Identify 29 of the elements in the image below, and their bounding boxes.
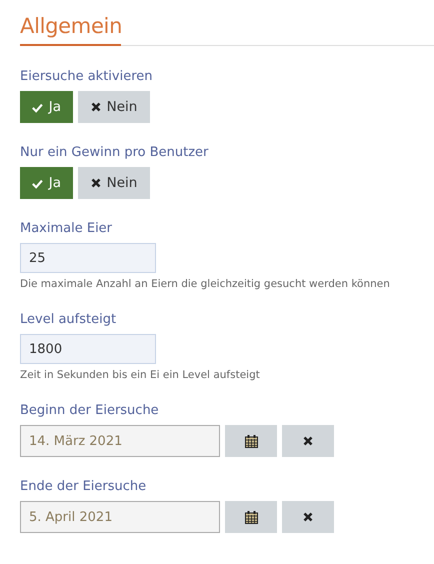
toggle-button[interactable]: Nein bbox=[78, 167, 150, 199]
field-label: Nur ein Gewinn pro Benutzer bbox=[20, 145, 210, 160]
field-label: Ende der Eiersuche bbox=[20, 479, 148, 494]
toggle-button[interactable]: Ja bbox=[20, 167, 73, 199]
calendar-button[interactable] bbox=[225, 501, 277, 533]
section-title: Allgemein bbox=[20, 14, 121, 46]
field-label: Maximale Eier bbox=[20, 221, 114, 236]
date-field[interactable]: 14. März 2021 bbox=[20, 425, 220, 457]
check-icon bbox=[32, 102, 43, 112]
close-icon bbox=[303, 436, 313, 446]
input-field[interactable]: 25 bbox=[20, 243, 156, 273]
field-label: Level aufsteigt bbox=[20, 312, 118, 327]
field-label: Eiersuche aktivieren bbox=[20, 69, 154, 84]
check-icon bbox=[32, 178, 43, 188]
toggle-button[interactable]: Ja bbox=[20, 91, 73, 123]
close-icon bbox=[303, 512, 313, 522]
date-field[interactable]: 5. April 2021 bbox=[20, 501, 220, 533]
calendar-icon bbox=[244, 434, 258, 448]
input-field[interactable]: 1800 bbox=[20, 334, 156, 364]
help-text: Die maximale Anzahl an Eiern die gleichzeitig gesucht werden können bbox=[20, 278, 391, 290]
field-label: Beginn der Eiersuche bbox=[20, 403, 160, 418]
close-icon bbox=[90, 102, 101, 112]
calendar-icon bbox=[244, 510, 258, 524]
close-icon bbox=[90, 178, 101, 188]
clear-button[interactable] bbox=[282, 501, 334, 533]
clear-button[interactable] bbox=[282, 425, 334, 457]
toggle-button[interactable]: Nein bbox=[78, 91, 150, 123]
calendar-button[interactable] bbox=[225, 425, 277, 457]
help-text: Zeit in Sekunden bis ein Ei ein Level aufsteigt bbox=[20, 369, 261, 381]
